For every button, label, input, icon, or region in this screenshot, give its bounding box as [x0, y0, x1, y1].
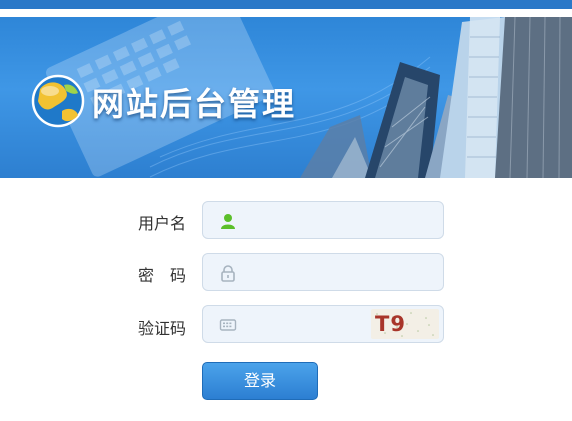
header-banner: 网站后台管理 — [0, 17, 572, 178]
captcha-image[interactable]: T9 OU — [371, 309, 439, 339]
captcha-field[interactable]: T9 OU — [202, 305, 444, 344]
captcha-label: 验证码 — [137, 319, 186, 338]
captcha-text: T9 OU — [375, 312, 411, 339]
top-accent-bar — [0, 0, 572, 9]
lock-icon — [221, 265, 235, 282]
password-label: 密 码 — [137, 266, 186, 285]
keyboard-icon — [219, 319, 237, 331]
username-field[interactable] — [202, 201, 444, 240]
username-label: 用户名 — [137, 214, 186, 233]
page-title: 网站后台管理 — [92, 85, 297, 123]
username-input[interactable] — [243, 202, 397, 240]
login-button[interactable]: 登录 — [202, 362, 318, 400]
password-field[interactable] — [202, 253, 444, 292]
user-icon — [221, 214, 235, 229]
captcha-input[interactable] — [243, 306, 367, 344]
password-input[interactable] — [243, 254, 397, 292]
top-spacer — [0, 9, 572, 17]
login-form: 用户名 密 码 验证码 T9 登录 — [0, 178, 572, 421]
globe-icon — [31, 74, 85, 128]
